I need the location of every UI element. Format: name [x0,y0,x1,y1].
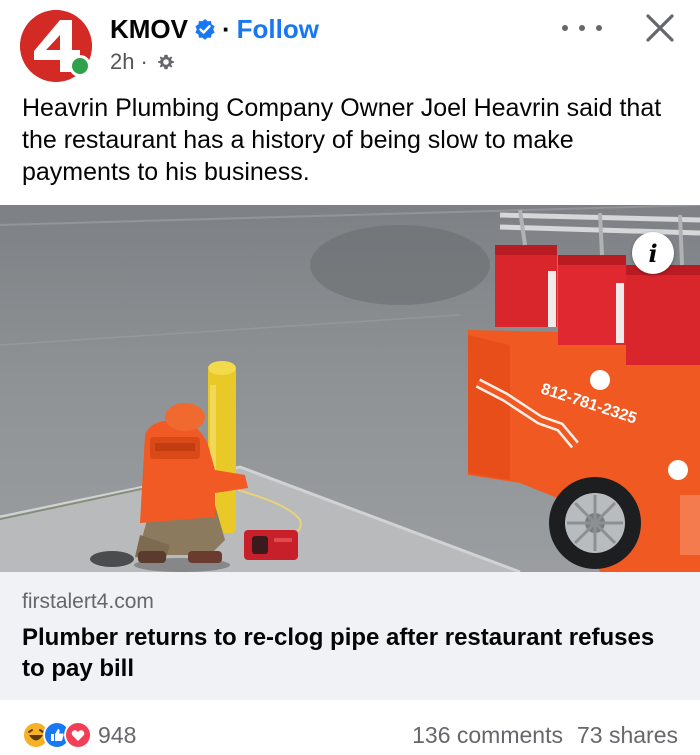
more-dot [596,25,602,31]
link-title[interactable]: Plumber returns to re-clog pipe after re… [22,622,672,684]
online-status-dot [69,55,91,77]
engagement-stats: 136 comments 73 shares [412,720,678,750]
link-preview-card[interactable]: firstalert4.com Plumber returns to re-cl… [0,572,700,700]
name-separator: · [222,13,231,44]
more-dot [579,25,585,31]
more-dot [562,25,568,31]
time-separator: · [140,49,148,74]
gear-icon [157,54,174,70]
love-reaction-icon [64,721,92,749]
verified-badge-icon [195,19,215,40]
page-name[interactable]: KMOV [110,14,188,45]
post-footer: 948 136 comments 73 shares [0,700,700,755]
post-header: KMOV · Follow 2h · [0,0,700,90]
post-text: Heavrin Plumbing Company Owner Joel Heav… [22,94,662,186]
plumber-scene-image: 812-781-2325 [0,205,700,572]
post-meta: 2h · [110,48,176,76]
reaction-count: 948 [98,721,137,748]
comments-count[interactable]: 136 comments [412,722,563,749]
info-button[interactable]: i [632,232,674,274]
name-row: KMOV · Follow [110,12,319,46]
shares-count[interactable]: 73 shares [577,722,678,749]
post-photo[interactable]: 812-781-2325 [0,205,700,572]
post-time[interactable]: 2h [110,49,134,75]
follow-button[interactable]: Follow [237,14,319,45]
link-domain: firstalert4.com [22,590,154,613]
reaction-summary[interactable]: 948 [22,720,136,750]
more-options-button[interactable] [562,18,602,38]
close-icon[interactable] [640,8,680,48]
